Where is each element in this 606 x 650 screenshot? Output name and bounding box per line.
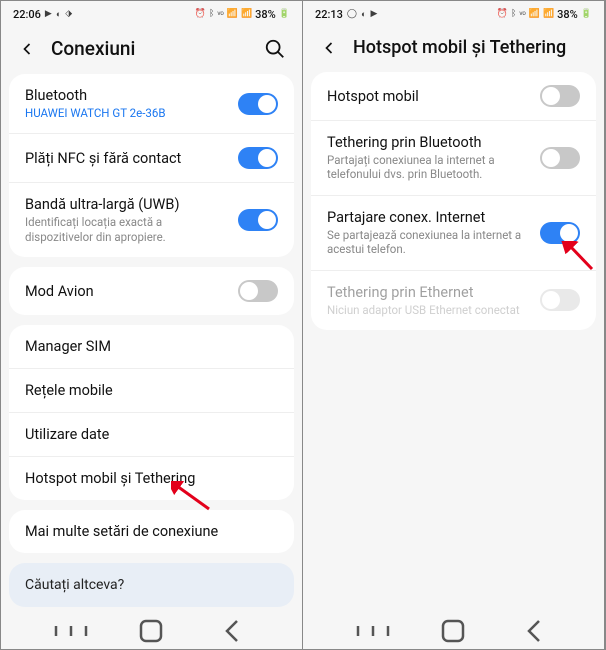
toggle-mobile-hotspot[interactable] xyxy=(540,85,580,107)
app-icon: ◐ xyxy=(361,9,366,20)
phone-left: 22:06 ▶ ◐ ⬗ ⏰ ᛒ ᵛᵒ 📶 📶 38% 🔋 Conexiuni B… xyxy=(1,1,303,649)
content: Hotspot mobil Tethering prin Bluetooth P… xyxy=(303,72,604,613)
alarm-icon: ⏰ xyxy=(497,9,508,19)
row-nfc[interactable]: Plăți NFC și fără contact xyxy=(9,134,294,183)
footer-search-card[interactable]: Căutați altceva? xyxy=(9,563,294,607)
row-subtitle: Se partajează conexiunea la internet a a… xyxy=(327,228,530,257)
row-subtitle: Identificați locația exactă a dispozitiv… xyxy=(25,215,228,244)
card-airplane: Mod Avion xyxy=(9,267,294,315)
row-usb-tethering[interactable]: Partajare conex. Internet Se partajează … xyxy=(311,196,596,271)
nav-home[interactable] xyxy=(433,621,473,641)
toggle-bt-tethering[interactable] xyxy=(540,147,580,169)
row-subtitle: HUAWEI WATCH GT 2e-36B xyxy=(25,106,228,120)
header: Hotspot mobil și Tethering xyxy=(303,27,604,72)
app-icon2: ⬗ xyxy=(65,9,72,19)
row-mobile-hotspot[interactable]: Hotspot mobil xyxy=(311,72,596,121)
row-title: Hotspot mobil xyxy=(327,88,530,105)
instagram-icon: ◯ xyxy=(347,9,357,19)
toggle-ethernet-tethering xyxy=(540,289,580,311)
row-title: Manager SIM xyxy=(25,338,278,355)
row-title: Plăți NFC și fără contact xyxy=(25,150,228,167)
nav-bar xyxy=(1,613,302,649)
bluetooth-icon: ᛒ xyxy=(209,9,214,19)
row-title: Rețele mobile xyxy=(25,382,278,399)
row-title: Tethering prin Bluetooth xyxy=(327,134,530,151)
row-subtitle: Niciun adaptor USB Ethernet conectat xyxy=(327,303,530,317)
row-bluetooth[interactable]: Bluetooth HUAWEI WATCH GT 2e-36B xyxy=(9,74,294,134)
battery-icon: 🔋 xyxy=(581,9,592,19)
card-connectivity: Bluetooth HUAWEI WATCH GT 2e-36B Plăți N… xyxy=(9,74,294,257)
status-time: 22:13 xyxy=(315,8,343,21)
back-button[interactable] xyxy=(17,39,37,59)
row-bt-tethering[interactable]: Tethering prin Bluetooth Partajați conex… xyxy=(311,121,596,196)
status-time: 22:06 xyxy=(13,8,41,21)
volte-icon: ᵛᵒ xyxy=(217,9,223,20)
battery-text: 38% xyxy=(557,8,578,21)
alarm-icon: ⏰ xyxy=(195,9,206,19)
row-title: Mai multe setări de conexiune xyxy=(25,523,278,540)
row-title: Bandă ultra-largă (UWB) xyxy=(25,196,228,213)
toggle-airplane[interactable] xyxy=(238,280,278,302)
page-title: Hotspot mobil și Tethering xyxy=(353,37,588,58)
toggle-nfc[interactable] xyxy=(238,147,278,169)
nav-home[interactable] xyxy=(131,621,171,641)
search-button[interactable] xyxy=(264,38,286,60)
row-more-settings[interactable]: Mai multe setări de conexiune xyxy=(9,510,294,553)
card-more: Mai multe setări de conexiune xyxy=(9,510,294,553)
youtube-icon: ▶ xyxy=(45,9,52,19)
row-mobile-networks[interactable]: Rețele mobile xyxy=(9,369,294,413)
nav-recent[interactable] xyxy=(353,621,393,641)
battery-text: 38% xyxy=(255,8,276,21)
volte-icon: ᵛᵒ xyxy=(519,9,525,20)
signal-icon: 📶 xyxy=(227,9,238,19)
row-title: Tethering prin Ethernet xyxy=(327,284,530,301)
row-data-usage[interactable]: Utilizare date xyxy=(9,413,294,457)
row-ethernet-tethering: Tethering prin Ethernet Niciun adaptor U… xyxy=(311,271,596,330)
nav-back[interactable] xyxy=(212,621,252,641)
nav-bar xyxy=(303,613,604,649)
status-bar: 22:06 ▶ ◐ ⬗ ⏰ ᛒ ᵛᵒ 📶 📶 38% 🔋 xyxy=(1,1,302,27)
header: Conexiuni xyxy=(1,27,302,74)
back-button[interactable] xyxy=(319,38,339,58)
footer-text: Căutați altceva? xyxy=(25,577,124,593)
row-uwb[interactable]: Bandă ultra-largă (UWB) Identificați loc… xyxy=(9,183,294,257)
battery-icon: 🔋 xyxy=(279,9,290,19)
phone-right: 22:13 ◯ ◐ ▶ ⏰ ᛒ ᵛᵒ 📶 📶 38% 🔋 Hotspot mob… xyxy=(303,1,605,649)
row-title: Utilizare date xyxy=(25,426,278,443)
card-network: Manager SIM Rețele mobile Utilizare date… xyxy=(9,325,294,500)
row-title: Bluetooth xyxy=(25,87,228,104)
row-subtitle: Partajați conexiunea la internet a telef… xyxy=(327,153,530,182)
bluetooth-icon: ᛒ xyxy=(511,9,516,19)
row-sim[interactable]: Manager SIM xyxy=(9,325,294,369)
row-title: Mod Avion xyxy=(25,283,228,300)
row-airplane[interactable]: Mod Avion xyxy=(9,267,294,315)
signal-icon: 📶 xyxy=(543,9,554,19)
row-title: Partajare conex. Internet xyxy=(327,209,530,226)
toggle-usb-tethering[interactable] xyxy=(540,222,580,244)
nav-recent[interactable] xyxy=(51,621,91,641)
youtube-icon: ▶ xyxy=(370,9,377,19)
app-icon: ◐ xyxy=(56,9,61,20)
row-hotspot[interactable]: Hotspot mobil și Tethering xyxy=(9,457,294,500)
row-title: Hotspot mobil și Tethering xyxy=(25,470,278,487)
signal-icon: 📶 xyxy=(241,9,252,19)
card-tethering: Hotspot mobil Tethering prin Bluetooth P… xyxy=(311,72,596,330)
toggle-uwb[interactable] xyxy=(238,209,278,231)
signal-icon: 📶 xyxy=(529,9,540,19)
toggle-bluetooth[interactable] xyxy=(238,93,278,115)
page-title: Conexiuni xyxy=(51,37,250,60)
content: Bluetooth HUAWEI WATCH GT 2e-36B Plăți N… xyxy=(1,74,302,613)
status-bar: 22:13 ◯ ◐ ▶ ⏰ ᛒ ᵛᵒ 📶 📶 38% 🔋 xyxy=(303,1,604,27)
nav-back[interactable] xyxy=(514,621,554,641)
